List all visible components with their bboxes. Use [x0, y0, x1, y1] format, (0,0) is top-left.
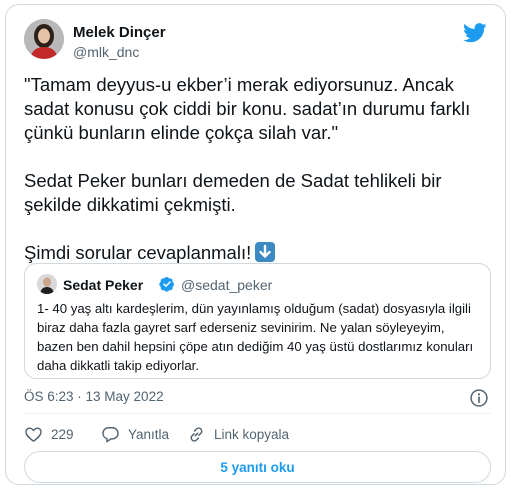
copy-link-button[interactable]: Link kopyala — [187, 425, 289, 444]
read-replies-button[interactable]: 5 yanıtı oku — [24, 451, 491, 483]
reply-icon — [102, 427, 119, 443]
tweet-timestamp[interactable]: ÖS 6:23 · 13 May 2022 — [24, 389, 164, 404]
like-button[interactable]: 229 — [24, 425, 74, 444]
quoted-author-avatar — [37, 274, 57, 294]
tweet-card: Melek Dinçer @mlk_dnc "Tamam deyyus-u ek… — [5, 4, 506, 485]
reply-label: Yanıtla — [128, 427, 170, 442]
tweet-paragraph-text: Şimdi sorular cevaplanmalı! — [24, 242, 252, 263]
tweet-paragraph: Şimdi sorular cevaplanmalı! — [24, 241, 494, 265]
author-avatar[interactable] — [24, 19, 64, 59]
link-icon — [190, 427, 203, 442]
verified-badge-icon — [159, 277, 174, 292]
heart-icon — [25, 427, 42, 442]
down-arrow-emoji-icon — [255, 242, 276, 262]
tweet-paragraph: "Tamam deyyus-u ekber’i merak ediyorsunu… — [24, 74, 471, 143]
quoted-tweet[interactable]: Sedat Peker @sedat_peker 1- 40 yaş altı … — [24, 263, 491, 379]
info-icon[interactable] — [469, 388, 489, 408]
tweet-paragraph: Sedat Peker bunları demeden de Sadat teh… — [24, 170, 442, 215]
copy-link-label: Link kopyala — [214, 427, 290, 442]
like-count: 229 — [51, 427, 74, 442]
tweet-text: "Tamam deyyus-u ekber’i merak ediyorsunu… — [24, 73, 494, 265]
quoted-tweet-text: 1- 40 yaş altı kardeşlerim, dün yayınlam… — [37, 301, 474, 373]
quoted-author-handle: @sedat_peker — [181, 277, 273, 293]
author-handle[interactable]: @mlk_dnc — [73, 44, 139, 60]
twitter-bird-icon[interactable] — [463, 23, 487, 43]
reply-button[interactable]: Yanıtla — [101, 425, 169, 444]
quoted-author-name: Sedat Peker — [63, 277, 144, 293]
divider — [24, 413, 491, 414]
author-name[interactable]: Melek Dinçer — [73, 24, 166, 41]
